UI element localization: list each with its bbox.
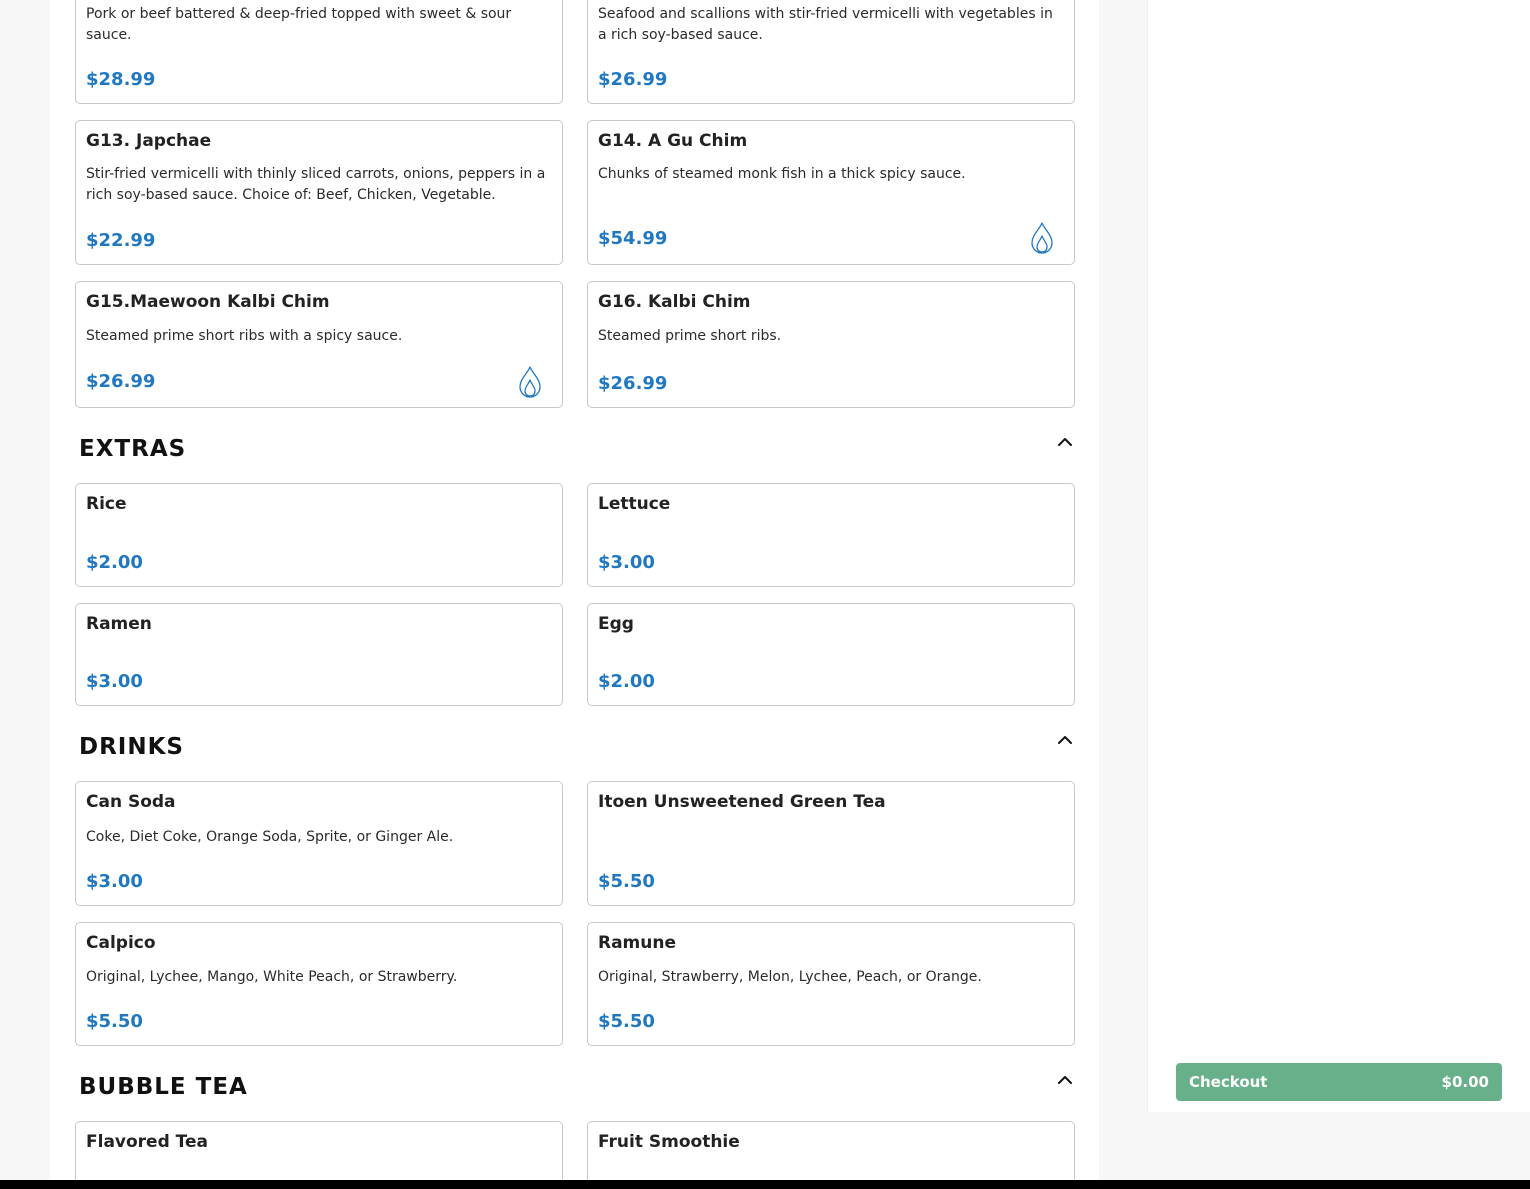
item-price: $26.99	[86, 371, 156, 392]
section-title-bubble-tea: BUBBLE TEA	[79, 1074, 248, 1100]
checkout-total: $0.00	[1441, 1073, 1489, 1091]
spicy-flame-icon	[518, 366, 542, 398]
menu-item-card[interactable]: Lettuce $3.00	[587, 483, 1075, 587]
item-name: Lettuce	[598, 494, 671, 514]
item-description: Original, Lychee, Mango, White Peach, or…	[86, 969, 458, 985]
item-price: $26.99	[598, 373, 668, 394]
item-description: Stir-fried vermicelli with thinly sliced…	[86, 166, 546, 203]
item-name: G16. Kalbi Chim	[598, 292, 751, 312]
section-title-drinks: DRINKS	[79, 734, 184, 760]
item-name: Ramune	[598, 933, 677, 953]
item-price: $28.99	[86, 69, 156, 90]
menu-item-card[interactable]: Seafood and scallions with stir-fried ve…	[587, 0, 1075, 104]
menu-item-card[interactable]: G14. A Gu Chim Chunks of steamed monk fi…	[587, 120, 1075, 265]
item-name: Fruit Smoothie	[598, 1132, 740, 1152]
item-description: Seafood and scallions with stir-fried ve…	[598, 6, 1053, 43]
menu-item-card[interactable]: Itoen Unsweetened Green Tea $5.50	[587, 781, 1075, 906]
item-name: Calpico	[86, 933, 156, 953]
item-price: $2.00	[86, 552, 143, 573]
item-name: G15.Maewoon Kalbi Chim	[86, 292, 330, 312]
cart-panel	[1147, 0, 1530, 1112]
item-price: $3.00	[86, 871, 143, 892]
item-name: G14. A Gu Chim	[598, 131, 748, 151]
item-price: $5.50	[86, 1011, 143, 1032]
item-name: Rice	[86, 494, 127, 514]
item-description: Steamed prime short ribs with a spicy sa…	[86, 328, 403, 344]
item-price: $2.00	[598, 671, 655, 692]
checkout-label: Checkout	[1189, 1073, 1268, 1091]
item-price: $26.99	[598, 69, 668, 90]
menu-item-card[interactable]: Flavored Tea	[75, 1121, 563, 1189]
menu-item-card[interactable]: Fruit Smoothie	[587, 1121, 1075, 1189]
item-description: Steamed prime short ribs.	[598, 328, 782, 344]
item-name: Itoen Unsweetened Green Tea	[598, 792, 886, 812]
item-price: $5.50	[598, 1011, 655, 1032]
spicy-flame-icon	[1030, 222, 1054, 254]
chevron-up-icon[interactable]	[1056, 733, 1074, 747]
item-price: $3.00	[86, 671, 143, 692]
menu-item-card[interactable]: Ramen $3.00	[75, 603, 563, 706]
menu-item-card[interactable]: Egg $2.00	[587, 603, 1075, 706]
chevron-up-icon[interactable]	[1056, 1073, 1074, 1087]
item-name: Ramen	[86, 614, 152, 634]
section-title-extras: EXTRAS	[79, 436, 187, 462]
menu-item-card[interactable]: G15.Maewoon Kalbi Chim Steamed prime sho…	[75, 281, 563, 408]
checkout-button[interactable]: Checkout $0.00	[1176, 1063, 1502, 1101]
menu-item-card[interactable]: Calpico Original, Lychee, Mango, White P…	[75, 922, 563, 1046]
bottom-edge	[0, 1180, 1530, 1189]
item-price: $22.99	[86, 230, 156, 251]
item-description: Pork or beef battered & deep-fried toppe…	[86, 6, 512, 43]
item-name: G13. Japchae	[86, 131, 212, 151]
menu-item-card[interactable]: Rice $2.00	[75, 483, 563, 587]
menu-item-card[interactable]: G13. Japchae Stir-fried vermicelli with …	[75, 120, 563, 265]
item-description: Coke, Diet Coke, Orange Soda, Sprite, or…	[86, 829, 454, 845]
item-name: Flavored Tea	[86, 1132, 209, 1152]
chevron-up-icon[interactable]	[1056, 435, 1074, 449]
menu-item-card[interactable]: Pork or beef battered & deep-fried toppe…	[75, 0, 563, 104]
item-description: Original, Strawberry, Melon, Lychee, Pea…	[598, 969, 982, 985]
item-description: Chunks of steamed monk fish in a thick s…	[598, 166, 966, 182]
item-price: $5.50	[598, 871, 655, 892]
menu-item-card[interactable]: G16. Kalbi Chim Steamed prime short ribs…	[587, 281, 1075, 408]
menu-item-card[interactable]: Can Soda Coke, Diet Coke, Orange Soda, S…	[75, 781, 563, 906]
menu-item-card[interactable]: Ramune Original, Strawberry, Melon, Lych…	[587, 922, 1075, 1046]
item-price: $54.99	[598, 228, 668, 249]
item-price: $3.00	[598, 552, 655, 573]
item-name: Egg	[598, 614, 634, 634]
item-name: Can Soda	[86, 792, 176, 812]
